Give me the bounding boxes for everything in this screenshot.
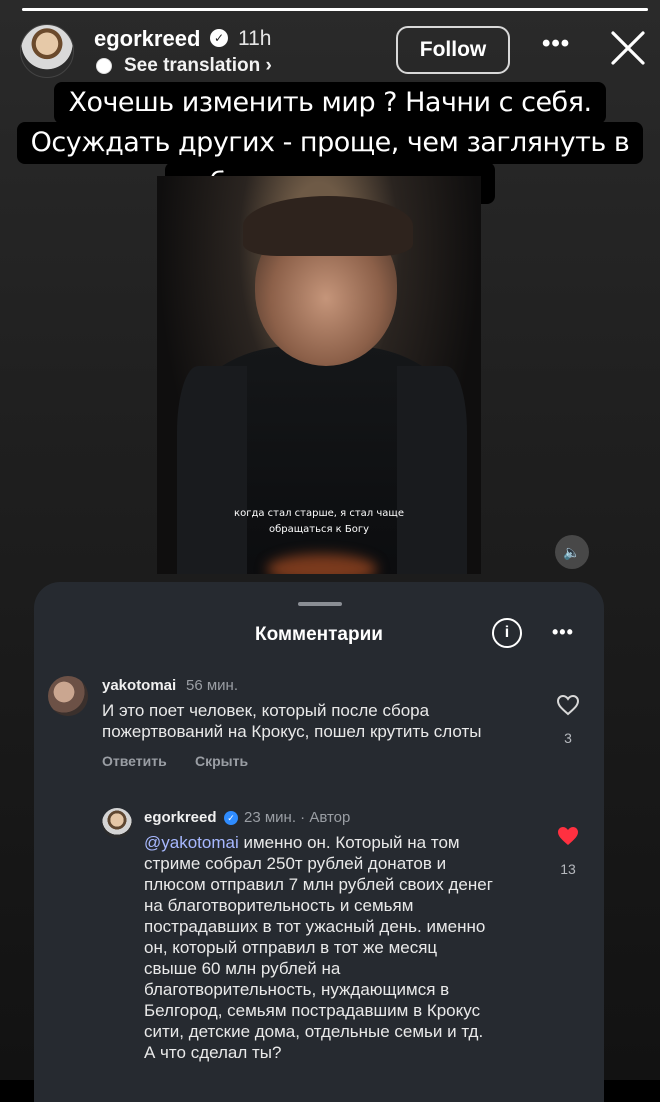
follow-button[interactable]: Follow <box>396 26 510 74</box>
globe-icon <box>96 58 112 74</box>
comments-sheet: Комментарии i ••• yakotomai 56 мин. И эт… <box>34 582 604 1102</box>
video-subtitle-line: обращаться к Богу <box>268 524 370 535</box>
story-progress-bar <box>22 8 648 11</box>
sheet-drag-handle[interactable] <box>298 602 342 606</box>
avatar[interactable] <box>20 24 74 78</box>
see-translation-label: See translation <box>124 55 261 76</box>
comment-text-line: пожертвований на Крокус, пошел крутить с… <box>102 722 482 741</box>
mention-link[interactable]: @yakotomai <box>144 833 239 852</box>
comment-first-line: @yakotomai именно он. Который на том <box>144 832 544 853</box>
see-translation-link[interactable]: See translation › <box>124 55 272 77</box>
video-jacket-left <box>177 366 247 574</box>
comment-text-line: благотворительность, нуждающимся в <box>144 980 450 999</box>
caption-line: Осуждать других - проще, чем заглянуть в <box>16 122 644 164</box>
comment-text-line: сити, детские дома, отдельные семьи и тд… <box>144 1022 484 1041</box>
heart-icon[interactable] <box>556 694 580 716</box>
caption-line: Хочешь изменить мир ? Начни с себя. <box>54 82 606 124</box>
story-viewer: egorkreed ✓ 11h See translation › Follow… <box>0 0 660 1102</box>
comment-username[interactable]: egorkreed <box>144 809 217 826</box>
comment-text-line: пострадавших в тот ужасный день. именно <box>144 917 486 936</box>
comment-text-line: стриме собрал 250т рублей донатов и <box>144 854 447 873</box>
comment-text-line: плюсом отправил 7 млн рублей своих денег <box>144 875 493 894</box>
reply-avatar[interactable] <box>102 808 132 838</box>
info-icon[interactable]: i <box>492 618 522 648</box>
reply-button[interactable]: Ответить <box>102 753 167 769</box>
comment-text-line: Белгород, семьям пострадавшим в Крокус <box>144 1001 481 1020</box>
sound-icon[interactable]: 🔈 <box>555 535 589 569</box>
heart-filled-icon[interactable] <box>556 825 580 847</box>
comment-text-line: И это поет человек, который после сбора <box>102 701 430 720</box>
story-time: 11h <box>238 27 272 50</box>
video-subtitle: когда стал старше, я стал чаще обращатьс… <box>157 506 481 538</box>
close-icon[interactable] <box>608 28 648 68</box>
story-header: egorkreed ✓ 11h See translation › Follow… <box>20 22 645 82</box>
video-subtitle-line: когда стал старше, я стал чаще <box>234 508 404 519</box>
verified-badge-icon: ✓ <box>224 811 238 825</box>
shared-video-frame[interactable]: когда стал старше, я стал чаще обращатьс… <box>157 176 481 574</box>
comment-text-line: А что сделал ты? <box>144 1043 282 1062</box>
comment-username[interactable]: yakotomai <box>102 677 176 694</box>
like-count: 3 <box>564 730 572 746</box>
comment-text-line: на благотворительность и семьям <box>144 896 414 915</box>
comment-avatar[interactable] <box>48 676 88 716</box>
comment-text-line: свыше 60 млн рублей на <box>144 959 341 978</box>
comment-time: 56 мин. <box>186 677 238 694</box>
story-progress-fill <box>22 8 648 11</box>
comments-more-icon[interactable]: ••• <box>552 622 574 643</box>
hide-button[interactable]: Скрыть <box>195 753 248 769</box>
story-username[interactable]: egorkreed <box>94 26 200 52</box>
comment-text: И это поет человек, который после сбора … <box>102 700 532 742</box>
comment-time: 23 мин. · Автор <box>244 809 351 826</box>
more-options-icon[interactable]: ••• <box>542 30 570 58</box>
verified-badge-icon: ✓ <box>210 29 228 47</box>
like-count: 13 <box>560 861 576 877</box>
comment-text: @yakotomai именно он. Который на том стр… <box>144 832 544 1063</box>
video-person-hair <box>243 196 413 256</box>
video-jacket-right <box>397 366 467 574</box>
comment-text-line: он, который отправил в тот же месяц <box>144 938 438 957</box>
comment-text-line: именно он. Который на том <box>238 833 460 852</box>
